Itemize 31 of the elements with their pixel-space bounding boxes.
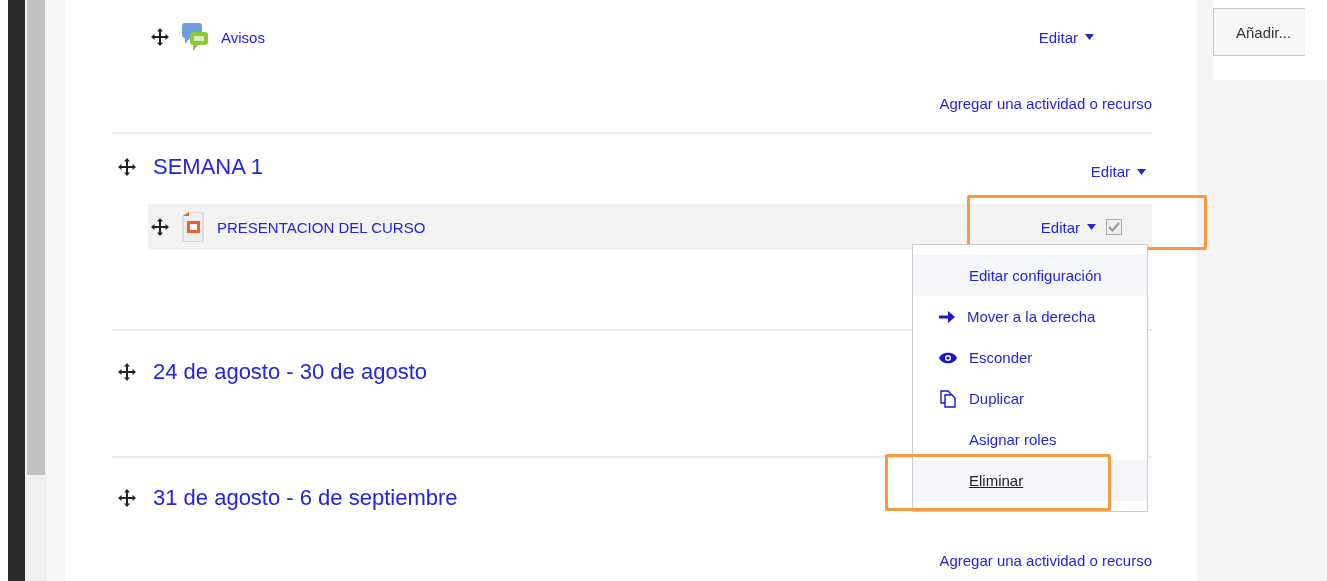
move-icon[interactable] <box>118 489 136 507</box>
menu-item[interactable]: Duplicar <box>913 378 1147 419</box>
eye-icon <box>939 351 957 364</box>
add-button[interactable]: Añadir... <box>1213 8 1306 56</box>
move-icon[interactable] <box>151 28 169 46</box>
caret-icon <box>1085 34 1094 40</box>
move-icon[interactable] <box>151 218 169 236</box>
edit-link[interactable]: Editar <box>1038 28 1094 46</box>
chat-bubbles-icon <box>181 22 209 52</box>
menu-item[interactable]: Eliminar <box>913 460 1147 501</box>
menu-item[interactable]: Esconder <box>913 337 1147 378</box>
edit-link[interactable]: Editar <box>1040 218 1096 236</box>
section-title[interactable]: 24 de agosto - 30 de agosto <box>153 359 427 385</box>
section-title[interactable]: 31 de agosto - 6 de septiembre <box>153 485 458 511</box>
copy-icon <box>939 389 957 408</box>
move-icon[interactable] <box>118 158 136 176</box>
right-arrow-icon <box>939 309 955 324</box>
add-activity-link[interactable]: Agregar una actividad o recurso <box>939 95 1152 112</box>
caret-icon <box>1087 224 1096 230</box>
section-title[interactable]: SEMANA 1 <box>153 154 264 180</box>
scrollbar[interactable] <box>25 0 47 581</box>
menu-item[interactable]: Editar configuración <box>913 255 1147 296</box>
add-activity-link[interactable]: Agregar una actividad o recurso <box>939 552 1152 569</box>
caret-icon <box>1137 168 1146 175</box>
edit-link[interactable]: Editar <box>1090 163 1146 180</box>
activity-link[interactable]: Avisos <box>221 28 265 46</box>
activity-link[interactable]: PRESENTACION DEL CURSO <box>217 218 426 236</box>
menu-item[interactable]: Asignar roles <box>913 419 1147 460</box>
menu-item[interactable]: Mover a la derecha <box>913 296 1147 337</box>
move-icon[interactable] <box>118 363 136 381</box>
presentation-file-icon <box>181 212 205 242</box>
